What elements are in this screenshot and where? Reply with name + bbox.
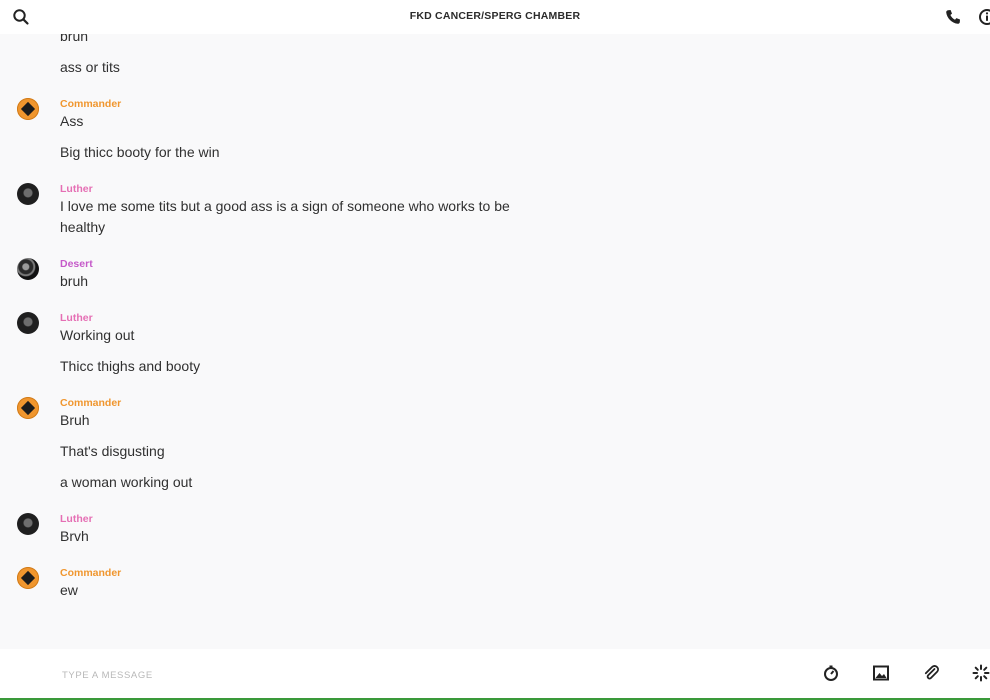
message-text: ass or tits [60,59,120,75]
chat-title: FKD CANCER/SPERG CHAMBER [409,10,581,22]
username[interactable]: Commander [60,566,990,580]
message-scroll-content: bruh ass or tits Commander Ass Big thicc b… [0,34,990,601]
message-text: a woman working out [60,474,193,490]
message-group: Luther I love me some tits but a good ass… [0,182,990,238]
avatar[interactable] [17,397,39,419]
username[interactable]: Luther [60,182,990,196]
message-text: I love me some tits but a good ass is a … [60,198,510,235]
message-text: Bruh [60,412,90,428]
image-icon[interactable] [872,664,890,682]
paperclip-icon[interactable] [922,664,940,682]
message-text: ew [60,582,78,598]
message-text: That's disgusting [60,443,165,459]
message-text: bruh [60,34,89,44]
info-icon[interactable] [978,8,990,26]
chat-window: FKD CANCER/SPERG CHAMBER bruh ass or tit… [0,0,990,700]
username[interactable]: Desert [60,257,990,271]
timer-icon[interactable] [822,664,840,682]
phone-icon[interactable] [944,8,962,26]
message-group: Luther Brvh [0,512,990,547]
chat-header: FKD CANCER/SPERG CHAMBER [0,0,990,34]
message-list[interactable]: bruh ass or tits Commander Ass Big thicc b… [0,34,990,649]
username[interactable]: Luther [60,512,990,526]
message-text: Ass [60,113,84,129]
message-text: Thicc thighs and booty [60,358,201,374]
username[interactable]: Luther [60,311,990,325]
sparkle-icon[interactable] [972,664,990,682]
avatar[interactable] [17,567,39,589]
message-text: Working out [60,327,135,343]
message-composer [0,649,990,700]
message-group: Desert bruh [0,257,990,292]
avatar[interactable] [17,513,39,535]
username[interactable]: Commander [60,396,990,410]
avatar[interactable] [17,183,39,205]
avatar[interactable] [17,312,39,334]
message-group: Commander Bruh That's disgusting a woman wo… [0,396,990,493]
avatar[interactable] [17,258,39,280]
message-group: Commander Ass Big thicc booty for the win [0,97,990,163]
message-input[interactable] [60,663,664,687]
message-group: Commander ew [0,566,990,601]
avatar[interactable] [17,98,39,120]
username[interactable]: Commander [60,97,990,111]
message-group: Luther Working out Thicc thighs and booty [0,311,990,377]
message-text: bruh [60,273,89,289]
message-text: Brvh [60,528,89,544]
message-text: Big thicc booty for the win [60,144,220,160]
